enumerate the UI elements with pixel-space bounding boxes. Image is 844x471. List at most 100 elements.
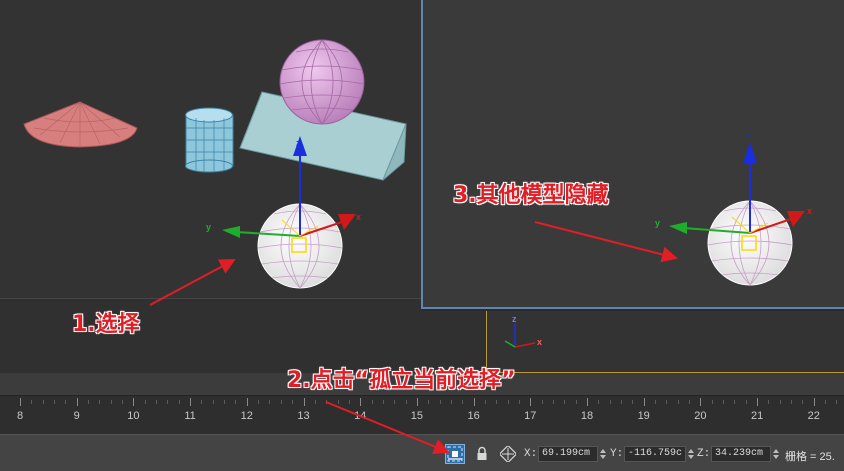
tripod-z-label: z bbox=[512, 315, 517, 324]
timeline-minor-tick bbox=[518, 400, 520, 404]
timeline-minor-tick bbox=[621, 400, 623, 404]
timeline-major-tick bbox=[20, 398, 21, 406]
grid-size-readout: 栅格 = 25. bbox=[785, 451, 835, 463]
timeline-major-tick bbox=[133, 398, 135, 406]
isolate-selection-button[interactable] bbox=[445, 444, 465, 464]
timeline-tick-label: 10 bbox=[127, 410, 140, 422]
timeline-major-tick bbox=[360, 398, 362, 406]
timeline-minor-tick bbox=[348, 400, 350, 404]
timeline-tick-label: 21 bbox=[750, 410, 764, 422]
timeline-minor-tick bbox=[65, 400, 67, 404]
timeline-minor-tick bbox=[156, 400, 158, 404]
timeline-tick-label: 17 bbox=[524, 410, 537, 422]
timeline-minor-tick bbox=[564, 400, 566, 404]
timeline-tick-label: 16 bbox=[467, 410, 480, 422]
timeline-major-tick bbox=[246, 398, 248, 406]
timeline-tick-label: 11 bbox=[184, 410, 196, 422]
timeline-minor-tick bbox=[632, 400, 634, 404]
timeline-minor-tick bbox=[598, 400, 600, 404]
annotation-step1: 1.选择 bbox=[72, 312, 140, 337]
gizmo-y-label: y bbox=[206, 222, 211, 232]
timeline-minor-tick bbox=[439, 400, 441, 404]
scene-right: z y x bbox=[655, 130, 812, 286]
timeline-minor-tick bbox=[689, 400, 691, 404]
status-bar: X: 69.199cm Y: -116.759c Z: 34.239cm 栅格 … bbox=[0, 434, 844, 471]
timeline-minor-tick bbox=[802, 400, 804, 404]
timeline-minor-tick bbox=[711, 400, 713, 404]
gizmo-x-label-right: x bbox=[807, 206, 812, 216]
timeline-minor-tick bbox=[201, 400, 203, 404]
z-coord-spinner[interactable] bbox=[772, 446, 780, 462]
timeline-minor-tick bbox=[552, 400, 554, 404]
timeline-tick-label: 19 bbox=[637, 410, 650, 422]
timeline-minor-tick bbox=[88, 400, 90, 404]
z-coord-label: Z: bbox=[697, 448, 711, 460]
timeline-tick-label: 12 bbox=[240, 410, 253, 422]
isolate-selection-icon bbox=[447, 446, 463, 462]
pink-sphere-object[interactable] bbox=[279, 39, 365, 125]
timeline-major-tick bbox=[416, 398, 418, 406]
timeline-minor-tick bbox=[723, 400, 725, 404]
timeline-tick-label: 15 bbox=[410, 410, 424, 422]
timeline-tick-label: 13 bbox=[297, 410, 310, 422]
timeline-major-tick bbox=[700, 398, 702, 406]
timeline-major-tick bbox=[813, 398, 815, 406]
y-coord-field[interactable]: -116.759c bbox=[624, 446, 686, 462]
z-coord-field[interactable]: 34.239cm bbox=[711, 446, 771, 462]
y-coord-spinner[interactable] bbox=[687, 446, 695, 462]
timeline-major-tick bbox=[303, 398, 305, 406]
absolute-mode-icon bbox=[500, 446, 516, 462]
annotation-step3: 3.其他模型隐藏 bbox=[453, 183, 609, 208]
cone-object[interactable] bbox=[23, 101, 138, 148]
timeline-minor-tick bbox=[405, 400, 407, 404]
timeline-minor-tick bbox=[326, 400, 328, 404]
timeline-minor-tick bbox=[666, 400, 668, 404]
timeline-minor-tick bbox=[677, 400, 679, 404]
timeline-major-tick bbox=[757, 398, 759, 406]
timeline-tick-label: 14 bbox=[354, 410, 367, 422]
timeline-minor-tick bbox=[144, 400, 146, 404]
timeline-major-tick bbox=[587, 398, 588, 406]
tripod-x-label: x bbox=[537, 337, 542, 347]
timeline-minor-tick bbox=[31, 400, 33, 404]
timeline-minor-tick bbox=[655, 400, 657, 404]
timeline-tick-label: 8 bbox=[16, 410, 24, 422]
absolute-mode-button[interactable] bbox=[498, 444, 518, 464]
viewport-perspective-left[interactable]: z y x bbox=[0, 0, 421, 298]
scene-left: z y x bbox=[23, 39, 407, 289]
x-coord-field[interactable]: 69.199cm bbox=[538, 446, 598, 462]
timeline-minor-tick bbox=[371, 400, 373, 404]
timeline-minor-tick bbox=[99, 400, 101, 404]
gizmo-z-label: z bbox=[296, 138, 301, 148]
x-coord-spinner[interactable] bbox=[599, 446, 607, 462]
timeline-minor-tick bbox=[734, 400, 736, 404]
selection-lock-button[interactable] bbox=[472, 444, 492, 464]
gizmo-z-label-right: z bbox=[746, 130, 751, 140]
timeline-minor-tick bbox=[178, 400, 180, 404]
cylinder-object[interactable] bbox=[185, 107, 234, 173]
timeline-minor-tick bbox=[484, 400, 486, 404]
time-slider-ruler[interactable]: 8 9 10 11 12 13 14 15 16 17 18 19 20 21 22 bbox=[0, 396, 844, 434]
timeline-minor-tick bbox=[292, 400, 294, 404]
timeline-minor-tick bbox=[609, 400, 611, 404]
timeline-minor-tick bbox=[768, 400, 770, 404]
timeline-minor-tick bbox=[42, 400, 44, 404]
timeline-minor-tick bbox=[836, 400, 838, 404]
timeline-major-tick bbox=[190, 398, 192, 406]
timeline-minor-tick bbox=[337, 400, 339, 404]
viewport-bottom-right[interactable]: z x bbox=[486, 311, 844, 373]
timeline-tick-label: 22 bbox=[807, 410, 820, 422]
timeline-minor-tick bbox=[212, 400, 214, 404]
timeline-minor-tick bbox=[269, 400, 271, 404]
timeline-minor-tick bbox=[450, 400, 452, 404]
gizmo-y-label-right: y bbox=[655, 218, 660, 228]
viewport-perspective-active[interactable]: z y x bbox=[421, 0, 844, 309]
timeline-minor-tick bbox=[575, 400, 577, 404]
timeline-minor-tick bbox=[462, 400, 464, 404]
timeline-minor-tick bbox=[394, 400, 396, 404]
timeline-minor-tick bbox=[235, 400, 237, 404]
timeline-minor-tick bbox=[507, 400, 509, 404]
timeline-minor-tick bbox=[258, 400, 260, 404]
annotation-step2: 2.点击“孤立当前选择” bbox=[287, 368, 516, 393]
lock-icon bbox=[477, 446, 487, 460]
